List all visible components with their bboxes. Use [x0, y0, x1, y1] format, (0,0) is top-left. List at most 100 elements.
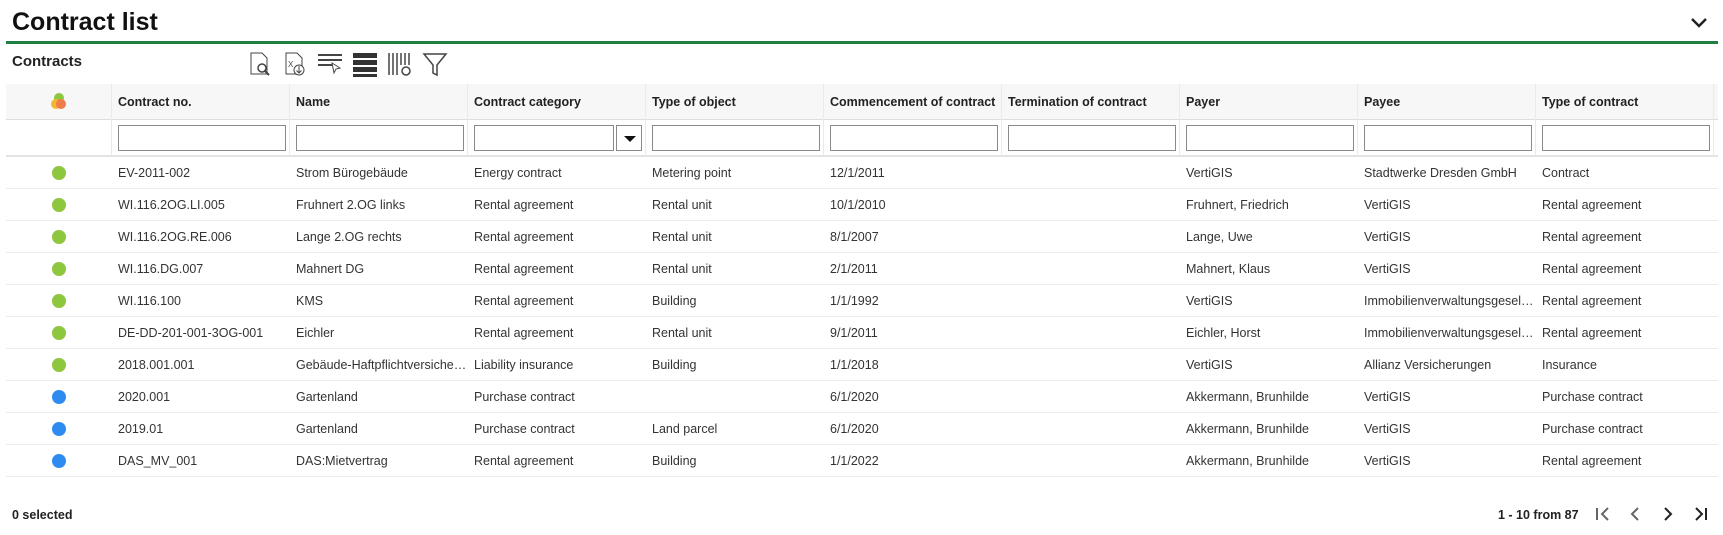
column-header-contract-no[interactable]: Contract no.	[112, 84, 290, 120]
cell-contract-no: EV-2011-002	[118, 165, 191, 180]
status-cell	[6, 421, 112, 436]
row-height-icon[interactable]	[351, 50, 379, 78]
column-header-termination-of-contract[interactable]: Termination of contract	[1002, 84, 1180, 120]
filter-cell	[290, 119, 468, 156]
column-header-payer[interactable]: Payer	[1180, 84, 1358, 120]
status-dot-icon	[52, 165, 66, 180]
cell-name: Fruhnert 2.OG links	[296, 197, 406, 212]
cell-payee: VertiGIS	[1364, 421, 1411, 436]
status-cell	[6, 293, 112, 308]
cell-payer: Akkermann, Brunhilde	[1186, 421, 1309, 436]
cell-payer: Eichler, Horst	[1186, 325, 1261, 340]
header-row: Contract no. Name Contract category Type of…	[6, 84, 1718, 120]
filter-cell	[1536, 119, 1714, 156]
status-dot-icon	[52, 421, 66, 436]
cell-name: Gartenland	[296, 421, 358, 436]
cell-payer: VertiGIS	[1186, 357, 1233, 372]
cell-contract-no: DE-DD-201-001-3OG-001	[118, 325, 264, 340]
column-header-commencement-of-contract[interactable]: Commencement of contract	[824, 84, 1002, 120]
cell-commencement-of-contract: 1/1/2022	[830, 453, 879, 468]
cell-contract-category: Rental agreement	[474, 229, 574, 244]
section-title: Contracts	[12, 53, 83, 70]
status-column-header[interactable]	[6, 84, 112, 120]
cell-type-of-contract: Purchase contract	[1542, 389, 1643, 404]
cell-commencement-of-contract: 12/1/2011	[830, 165, 885, 180]
chevron-down-icon[interactable]	[1688, 12, 1710, 34]
cell-name: Gartenland	[296, 389, 358, 404]
previous-page-icon[interactable]	[1624, 503, 1646, 525]
type-of-contract-filter-input[interactable]	[1542, 124, 1710, 151]
table-row[interactable]: 2019.01 Gartenland Purchase contract Land p…	[6, 413, 1718, 445]
commencement-of-contract-filter-input[interactable]	[830, 124, 998, 151]
payee-filter-input[interactable]	[1364, 124, 1532, 151]
payer-filter-input[interactable]	[1186, 124, 1354, 151]
table-row[interactable]: DE-DD-201-001-3OG-001 Eichler Rental agree…	[6, 317, 1718, 349]
table-row[interactable]: EV-2011-002 Strom Bürogebäude Energy contr…	[6, 157, 1718, 189]
column-header-name[interactable]: Name	[290, 84, 468, 120]
cell-contract-category: Rental agreement	[474, 453, 574, 468]
table-row[interactable]: 2018.001.001 Gebäude-Haftpflichtversicher…	[6, 349, 1718, 381]
category-filter-select[interactable]	[474, 124, 642, 151]
contract-category-filter-input[interactable]	[474, 124, 614, 151]
dropdown-arrow-icon[interactable]	[616, 124, 642, 151]
column-header-contract-category[interactable]: Contract category	[468, 84, 646, 120]
cell-type-of-object: Metering point	[652, 165, 732, 180]
name-filter-input[interactable]	[296, 124, 464, 151]
cell-payer: Akkermann, Brunhilde	[1186, 453, 1309, 468]
cell-type-of-contract: Contract	[1542, 165, 1590, 180]
row-select-icon[interactable]	[316, 50, 344, 78]
cell-commencement-of-contract: 10/1/2010	[830, 197, 886, 212]
table-row[interactable]: 2020.001 Gartenland Purchase contract 6/1/2…	[6, 381, 1718, 413]
cell-type-of-contract: Rental agreement	[1542, 197, 1642, 212]
cell-payee: Allianz Versicherungen	[1364, 357, 1492, 372]
cell-payee: Immobilienverwaltungsgesells...	[1364, 325, 1536, 340]
column-header-type-of-object[interactable]: Type of object	[646, 84, 824, 120]
termination-of-contract-filter-input[interactable]	[1008, 124, 1176, 151]
first-page-icon[interactable]	[1592, 503, 1614, 525]
table-row[interactable]: WI.116.2OG.LI.005 Fruhnert 2.OG links Rent…	[6, 189, 1718, 221]
cell-type-of-object: Rental unit	[652, 197, 712, 212]
cell-payer: VertiGIS	[1186, 293, 1233, 308]
status-dot-icon	[52, 453, 66, 468]
cell-type-of-object: Rental unit	[652, 325, 712, 340]
cell-payee: VertiGIS	[1364, 389, 1411, 404]
contract-no-filter-input[interactable]	[118, 124, 286, 151]
status-dot-icon	[52, 357, 66, 372]
cell-commencement-of-contract: 8/1/2007	[830, 229, 879, 244]
next-page-icon[interactable]	[1657, 503, 1679, 525]
filter-icon[interactable]	[421, 50, 449, 78]
table-row[interactable]: WI.116.2OG.RE.006 Lange 2.OG rechts Rental…	[6, 221, 1718, 253]
page-title: Contract list	[12, 8, 158, 36]
cell-contract-category: Liability insurance	[474, 357, 574, 372]
table-row[interactable]: WI.116.DG.007 Mahnert DG Rental agreement R…	[6, 253, 1718, 285]
filter-cell	[1002, 119, 1180, 156]
status-cell	[6, 165, 112, 180]
status-cell	[6, 229, 112, 244]
status-cell	[6, 453, 112, 468]
column-settings-icon[interactable]	[386, 50, 414, 78]
cell-commencement-of-contract: 1/1/2018	[830, 357, 879, 372]
excel-export-icon[interactable]: X	[281, 50, 309, 78]
cell-type-of-contract: Rental agreement	[1542, 293, 1642, 308]
cell-name: DAS:Mietvertrag	[296, 453, 388, 468]
column-header-payee[interactable]: Payee	[1358, 84, 1536, 120]
type-of-object-filter-input[interactable]	[652, 124, 820, 151]
cell-type-of-contract: Rental agreement	[1542, 261, 1642, 276]
document-search-icon[interactable]	[246, 50, 274, 78]
cell-contract-category: Rental agreement	[474, 197, 574, 212]
table-row[interactable]: WI.116.100 KMS Rental agreement Building 1/1…	[6, 285, 1718, 317]
status-legend-icon	[50, 93, 66, 109]
cell-contract-no: WI.116.2OG.RE.006	[118, 229, 232, 244]
status-cell	[6, 197, 112, 212]
table-row[interactable]: DAS_MV_001 DAS:Mietvertrag Rental agreemen…	[6, 445, 1718, 477]
column-header-type-of-contract[interactable]: Type of contract	[1536, 84, 1714, 120]
cell-contract-category: Purchase contract	[474, 421, 575, 436]
status-cell	[6, 261, 112, 276]
filter-cell	[1180, 119, 1358, 156]
cell-contract-category: Energy contract	[474, 165, 562, 180]
last-page-icon[interactable]	[1690, 503, 1712, 525]
cell-contract-no: DAS_MV_001	[118, 453, 198, 468]
filter-cell	[646, 119, 824, 156]
status-dot-icon	[52, 389, 66, 404]
filter-cell	[824, 119, 1002, 156]
